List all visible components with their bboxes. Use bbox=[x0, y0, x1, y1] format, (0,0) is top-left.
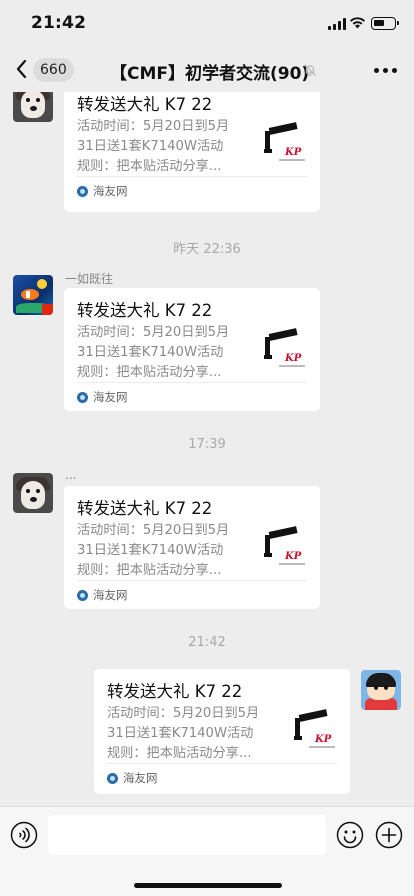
product-light-fixture-thumbnail: KP bbox=[264, 526, 305, 565]
card-divider bbox=[77, 176, 307, 177]
emoji-icon[interactable] bbox=[336, 821, 364, 849]
chat-title: 【CMF】初学者交流(90) bbox=[110, 64, 310, 84]
mute-bell-icon bbox=[304, 64, 316, 76]
unread-count-badge[interactable]: 660 bbox=[33, 58, 74, 82]
svg-text:KP: KP bbox=[314, 734, 332, 745]
source-logo-icon bbox=[77, 185, 88, 197]
source-name: 海友网 bbox=[123, 771, 158, 785]
card-divider bbox=[107, 763, 337, 764]
card-source: 海友网 bbox=[77, 389, 128, 405]
card-source: 海友网 bbox=[107, 770, 158, 786]
plus-icon[interactable] bbox=[375, 821, 403, 849]
message-item-self: 转发送大礼 K7 22 活动时间：5月20日到5月 31日送1套K7140W活动… bbox=[0, 669, 414, 795]
card-divider bbox=[77, 382, 307, 383]
product-light-fixture-thumbnail: KP bbox=[264, 122, 305, 161]
back-chevron-icon[interactable] bbox=[14, 58, 30, 80]
sender-name: ... bbox=[65, 468, 77, 482]
card-title: 转发送大礼 K7 22 bbox=[107, 682, 243, 701]
svg-text:KP: KP bbox=[284, 551, 302, 562]
card-description: 活动时间：5月20日到5月 31日送1套K7140W活动 规则：把本贴活动分享.… bbox=[77, 523, 230, 578]
link-card[interactable]: 转发送大礼 K7 22 活动时间：5月20日到5月 31日送1套K7140W活动… bbox=[64, 288, 320, 411]
source-logo-icon bbox=[107, 772, 118, 784]
message-input[interactable] bbox=[48, 815, 326, 855]
timestamp: 21:42 bbox=[188, 635, 226, 650]
link-card[interactable]: 转发送大礼 K7 22 活动时间：5月20日到5月 31日送1套K7140W活动… bbox=[64, 486, 320, 609]
card-description: 活动时间：5月20日到5月 31日送1套K7140W活动 规则：把本贴活动分享.… bbox=[77, 119, 230, 174]
chat-header: 660 【CMF】初学者交流(90) bbox=[0, 48, 414, 92]
input-bar bbox=[0, 806, 414, 896]
card-title: 转发送大礼 K7 22 bbox=[77, 499, 213, 518]
svg-text:KP: KP bbox=[284, 147, 302, 158]
source-name: 海友网 bbox=[93, 390, 128, 404]
message-item: ... 转发送大礼 K7 22 活动时间：5月20日到5月 31日送1套K714… bbox=[0, 466, 414, 610]
husky-avatar[interactable] bbox=[13, 473, 53, 513]
home-indicator bbox=[134, 883, 282, 888]
card-description: 活动时间：5月20日到5月 31日送1套K7140W活动 规则：把本贴活动分享.… bbox=[107, 706, 260, 761]
timestamp: 昨天 22:36 bbox=[173, 242, 241, 257]
product-light-fixture-thumbnail: KP bbox=[294, 709, 335, 748]
status-time: 21:42 bbox=[31, 13, 87, 33]
more-options-icon[interactable] bbox=[374, 68, 398, 74]
product-light-fixture-thumbnail: KP bbox=[264, 328, 305, 367]
card-title: 转发送大礼 K7 22 bbox=[77, 95, 213, 114]
card-source: 海友网 bbox=[77, 587, 128, 603]
source-name: 海友网 bbox=[93, 184, 128, 198]
voice-icon[interactable] bbox=[10, 821, 38, 849]
source-logo-icon bbox=[77, 391, 88, 403]
card-description: 活动时间：5月20日到5月 31日送1套K7140W活动 规则：把本贴活动分享.… bbox=[77, 325, 230, 380]
card-divider bbox=[77, 580, 307, 581]
message-list[interactable]: 转发送大礼 K7 22 活动时间：5月20日到5月 31日送1套K7140W活动… bbox=[0, 92, 414, 806]
message-item: 一如既往 转发送大礼 K7 22 活动时间：5月20日到5月 31日送1套K71… bbox=[0, 268, 414, 412]
source-logo-icon bbox=[77, 589, 88, 601]
fish-tank-avatar[interactable] bbox=[13, 275, 53, 315]
cartoon-boy-avatar[interactable] bbox=[361, 670, 401, 710]
wifi-icon bbox=[350, 17, 365, 29]
source-name: 海友网 bbox=[93, 588, 128, 602]
svg-text:KP: KP bbox=[284, 353, 302, 364]
status-bar: 21:42 bbox=[0, 0, 414, 48]
link-card[interactable]: 转发送大礼 K7 22 活动时间：5月20日到5月 31日送1套K7140W活动… bbox=[94, 669, 350, 794]
battery-icon bbox=[371, 17, 399, 30]
husky-avatar[interactable] bbox=[13, 92, 53, 122]
cellular-signal-icon bbox=[328, 18, 346, 30]
message-item: 转发送大礼 K7 22 活动时间：5月20日到5月 31日送1套K7140W活动… bbox=[0, 92, 414, 214]
timestamp: 17:39 bbox=[188, 437, 226, 452]
sender-name: 一如既往 bbox=[65, 272, 114, 286]
card-title: 转发送大礼 K7 22 bbox=[77, 301, 213, 320]
card-source: 海友网 bbox=[77, 183, 128, 199]
link-card[interactable]: 转发送大礼 K7 22 活动时间：5月20日到5月 31日送1套K7140W活动… bbox=[64, 92, 320, 212]
